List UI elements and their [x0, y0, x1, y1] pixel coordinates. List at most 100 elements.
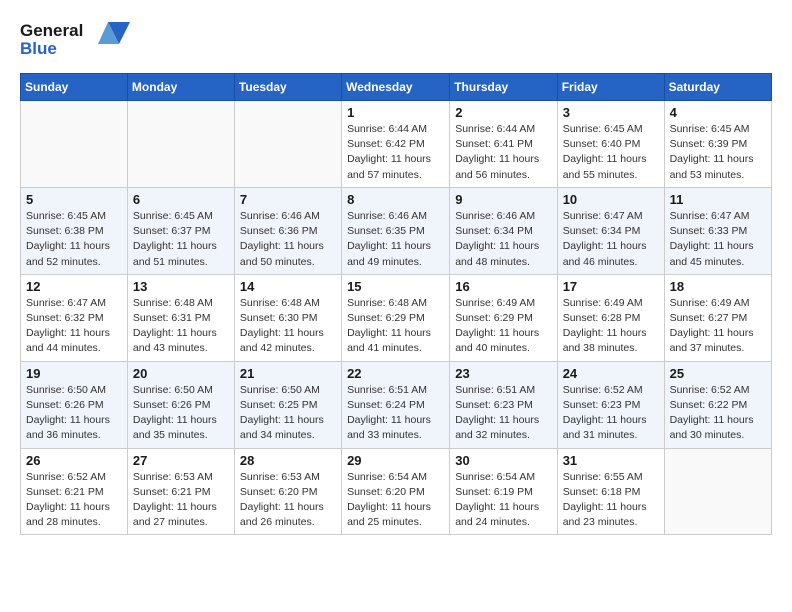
- day-info: Sunrise: 6:50 AM Sunset: 6:25 PM Dayligh…: [240, 383, 336, 444]
- day-cell: 7 Sunrise: 6:46 AM Sunset: 6:36 PM Daylig…: [234, 187, 341, 274]
- day-cell: 15 Sunrise: 6:48 AM Sunset: 6:29 PM Dayli…: [342, 274, 450, 361]
- day-number: 29: [347, 453, 444, 468]
- day-cell: 6 Sunrise: 6:45 AM Sunset: 6:37 PM Daylig…: [127, 187, 234, 274]
- day-info: Sunrise: 6:50 AM Sunset: 6:26 PM Dayligh…: [26, 383, 122, 444]
- day-info: Sunrise: 6:50 AM Sunset: 6:26 PM Dayligh…: [133, 383, 229, 444]
- svg-text:Blue: Blue: [20, 39, 57, 58]
- week-row-4: 19 Sunrise: 6:50 AM Sunset: 6:26 PM Dayli…: [21, 361, 772, 448]
- day-info: Sunrise: 6:46 AM Sunset: 6:34 PM Dayligh…: [455, 209, 551, 270]
- day-cell: 29 Sunrise: 6:54 AM Sunset: 6:20 PM Dayli…: [342, 448, 450, 535]
- weekday-header-wednesday: Wednesday: [342, 74, 450, 101]
- day-info: Sunrise: 6:47 AM Sunset: 6:34 PM Dayligh…: [563, 209, 659, 270]
- day-info: Sunrise: 6:46 AM Sunset: 6:36 PM Dayligh…: [240, 209, 336, 270]
- day-number: 7: [240, 192, 336, 207]
- day-cell: 13 Sunrise: 6:48 AM Sunset: 6:31 PM Dayli…: [127, 274, 234, 361]
- day-info: Sunrise: 6:48 AM Sunset: 6:31 PM Dayligh…: [133, 296, 229, 357]
- day-cell: 14 Sunrise: 6:48 AM Sunset: 6:30 PM Dayli…: [234, 274, 341, 361]
- day-info: Sunrise: 6:45 AM Sunset: 6:38 PM Dayligh…: [26, 209, 122, 270]
- day-info: Sunrise: 6:51 AM Sunset: 6:24 PM Dayligh…: [347, 383, 444, 444]
- day-cell: 26Sunrise: 6:52 AM Sunset: 6:21 PM Dayli…: [21, 448, 128, 535]
- day-cell: 24 Sunrise: 6:52 AM Sunset: 6:23 PM Dayli…: [557, 361, 664, 448]
- day-number: 24: [563, 366, 659, 381]
- day-info: Sunrise: 6:52 AM Sunset: 6:23 PM Dayligh…: [563, 383, 659, 444]
- week-row-2: 5Sunrise: 6:45 AM Sunset: 6:38 PM Daylig…: [21, 187, 772, 274]
- day-cell: 31 Sunrise: 6:55 AM Sunset: 6:18 PM Dayli…: [557, 448, 664, 535]
- weekday-header-monday: Monday: [127, 74, 234, 101]
- day-cell: 19 Sunrise: 6:50 AM Sunset: 6:26 PM Dayli…: [21, 361, 128, 448]
- day-info: Sunrise: 6:54 AM Sunset: 6:19 PM Dayligh…: [455, 470, 551, 531]
- day-number: 8: [347, 192, 444, 207]
- day-info: Sunrise: 6:44 AM Sunset: 6:41 PM Dayligh…: [455, 122, 551, 183]
- day-info: Sunrise: 6:47 AM Sunset: 6:32 PM Dayligh…: [26, 296, 122, 357]
- day-number: 27: [133, 453, 229, 468]
- day-cell: 21 Sunrise: 6:50 AM Sunset: 6:25 PM Dayli…: [234, 361, 341, 448]
- day-cell: 22 Sunrise: 6:51 AM Sunset: 6:24 PM Dayli…: [342, 361, 450, 448]
- day-cell: 1 Sunrise: 6:44 AM Sunset: 6:42 PM Daylig…: [342, 101, 450, 188]
- day-number: 9: [455, 192, 551, 207]
- day-info: Sunrise: 6:54 AM Sunset: 6:20 PM Dayligh…: [347, 470, 444, 531]
- day-number: 18: [670, 279, 766, 294]
- day-number: 20: [133, 366, 229, 381]
- day-cell: 12Sunrise: 6:47 AM Sunset: 6:32 PM Dayli…: [21, 274, 128, 361]
- day-info: Sunrise: 6:53 AM Sunset: 6:20 PM Dayligh…: [240, 470, 336, 531]
- day-number: 6: [133, 192, 229, 207]
- day-info: Sunrise: 6:48 AM Sunset: 6:30 PM Dayligh…: [240, 296, 336, 357]
- day-info: Sunrise: 6:53 AM Sunset: 6:21 PM Dayligh…: [133, 470, 229, 531]
- day-cell: 23 Sunrise: 6:51 AM Sunset: 6:23 PM Dayli…: [450, 361, 557, 448]
- day-info: Sunrise: 6:45 AM Sunset: 6:40 PM Dayligh…: [563, 122, 659, 183]
- calendar: SundayMondayTuesdayWednesdayThursdayFrid…: [20, 73, 772, 535]
- day-number: 31: [563, 453, 659, 468]
- day-cell: 3 Sunrise: 6:45 AM Sunset: 6:40 PM Daylig…: [557, 101, 664, 188]
- week-row-5: 26Sunrise: 6:52 AM Sunset: 6:21 PM Dayli…: [21, 448, 772, 535]
- day-cell: 27 Sunrise: 6:53 AM Sunset: 6:21 PM Dayli…: [127, 448, 234, 535]
- day-number: 28: [240, 453, 336, 468]
- day-info: Sunrise: 6:49 AM Sunset: 6:29 PM Dayligh…: [455, 296, 551, 357]
- day-number: 25: [670, 366, 766, 381]
- week-row-1: 1 Sunrise: 6:44 AM Sunset: 6:42 PM Daylig…: [21, 101, 772, 188]
- day-number: 16: [455, 279, 551, 294]
- day-number: 15: [347, 279, 444, 294]
- day-cell: 18 Sunrise: 6:49 AM Sunset: 6:27 PM Dayli…: [664, 274, 771, 361]
- header: General Blue: [20, 16, 772, 65]
- day-cell: 10 Sunrise: 6:47 AM Sunset: 6:34 PM Dayli…: [557, 187, 664, 274]
- day-number: 19: [26, 366, 122, 381]
- day-number: 10: [563, 192, 659, 207]
- day-number: 26: [26, 453, 122, 468]
- weekday-header-row: SundayMondayTuesdayWednesdayThursdayFrid…: [21, 74, 772, 101]
- svg-text:General: General: [20, 21, 83, 40]
- week-row-3: 12Sunrise: 6:47 AM Sunset: 6:32 PM Dayli…: [21, 274, 772, 361]
- day-cell: 20 Sunrise: 6:50 AM Sunset: 6:26 PM Dayli…: [127, 361, 234, 448]
- day-number: 3: [563, 105, 659, 120]
- day-info: Sunrise: 6:55 AM Sunset: 6:18 PM Dayligh…: [563, 470, 659, 531]
- logo: General Blue: [20, 16, 130, 65]
- day-cell: 4Sunrise: 6:45 AM Sunset: 6:39 PM Daylig…: [664, 101, 771, 188]
- logo-svg: General Blue: [20, 16, 130, 60]
- day-number: 13: [133, 279, 229, 294]
- day-number: 21: [240, 366, 336, 381]
- day-number: 22: [347, 366, 444, 381]
- day-info: Sunrise: 6:44 AM Sunset: 6:42 PM Dayligh…: [347, 122, 444, 183]
- day-cell: [127, 101, 234, 188]
- day-info: Sunrise: 6:48 AM Sunset: 6:29 PM Dayligh…: [347, 296, 444, 357]
- day-cell: 2 Sunrise: 6:44 AM Sunset: 6:41 PM Daylig…: [450, 101, 557, 188]
- day-number: 1: [347, 105, 444, 120]
- day-cell: 9 Sunrise: 6:46 AM Sunset: 6:34 PM Daylig…: [450, 187, 557, 274]
- day-info: Sunrise: 6:49 AM Sunset: 6:28 PM Dayligh…: [563, 296, 659, 357]
- day-info: Sunrise: 6:45 AM Sunset: 6:39 PM Dayligh…: [670, 122, 766, 183]
- day-info: Sunrise: 6:49 AM Sunset: 6:27 PM Dayligh…: [670, 296, 766, 357]
- day-number: 23: [455, 366, 551, 381]
- day-info: Sunrise: 6:51 AM Sunset: 6:23 PM Dayligh…: [455, 383, 551, 444]
- day-cell: 11 Sunrise: 6:47 AM Sunset: 6:33 PM Dayli…: [664, 187, 771, 274]
- day-info: Sunrise: 6:47 AM Sunset: 6:33 PM Dayligh…: [670, 209, 766, 270]
- day-info: Sunrise: 6:45 AM Sunset: 6:37 PM Dayligh…: [133, 209, 229, 270]
- logo-text: General Blue: [20, 16, 130, 65]
- day-number: 14: [240, 279, 336, 294]
- day-cell: 28 Sunrise: 6:53 AM Sunset: 6:20 PM Dayli…: [234, 448, 341, 535]
- weekday-header-sunday: Sunday: [21, 74, 128, 101]
- day-cell: [664, 448, 771, 535]
- day-cell: 25Sunrise: 6:52 AM Sunset: 6:22 PM Dayli…: [664, 361, 771, 448]
- day-cell: 5Sunrise: 6:45 AM Sunset: 6:38 PM Daylig…: [21, 187, 128, 274]
- day-number: 2: [455, 105, 551, 120]
- day-number: 11: [670, 192, 766, 207]
- day-cell: 16 Sunrise: 6:49 AM Sunset: 6:29 PM Dayli…: [450, 274, 557, 361]
